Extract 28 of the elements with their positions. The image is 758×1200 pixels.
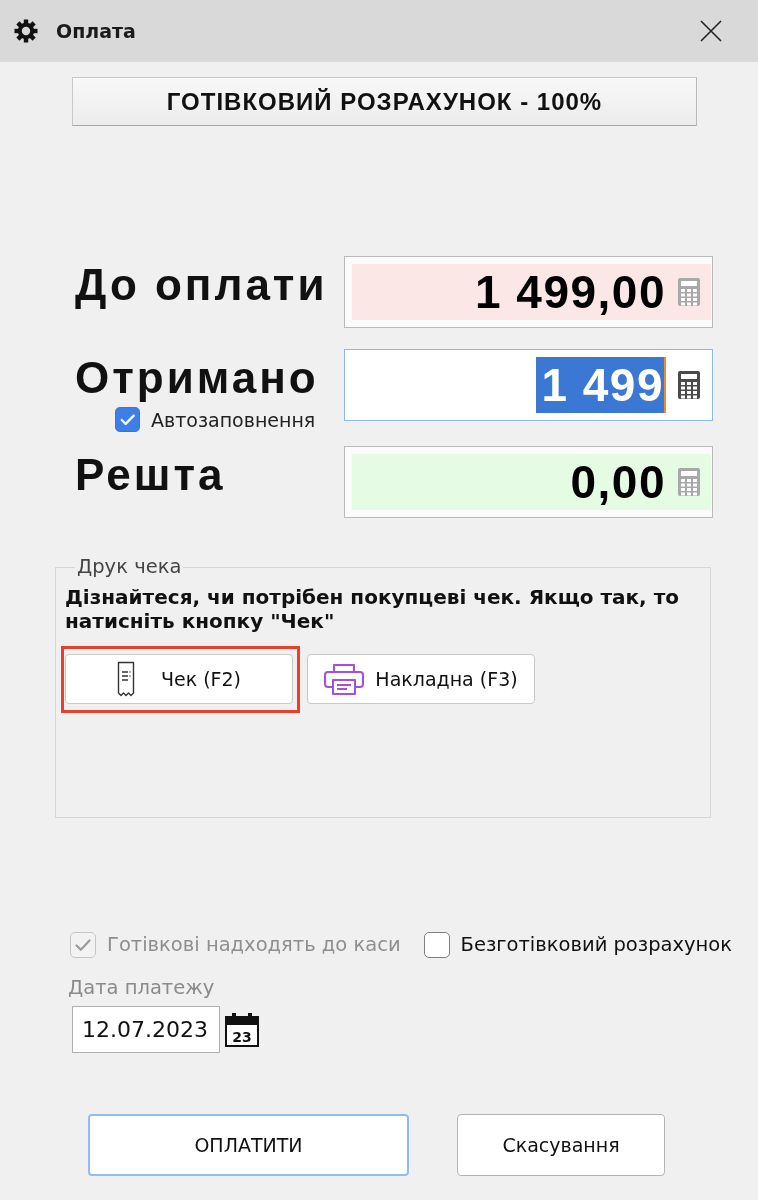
cancel-button[interactable]: Скасування bbox=[457, 1114, 665, 1176]
amount-received-field[interactable]: 1 499 bbox=[344, 349, 713, 421]
calculator-icon[interactable] bbox=[677, 370, 701, 400]
payment-type-button[interactable]: ГОТІВКОВИЙ РОЗРАХУНОК - 100% bbox=[72, 77, 697, 126]
pay-button[interactable]: ОПЛАТИТИ bbox=[88, 1114, 409, 1176]
settings-icon bbox=[14, 19, 38, 43]
close-icon[interactable] bbox=[700, 20, 722, 42]
checkbox-label: Автозаповнення bbox=[151, 408, 316, 431]
receipt-icon bbox=[116, 661, 135, 697]
date-label: Дата платежу bbox=[68, 977, 215, 999]
checkbox[interactable] bbox=[115, 407, 140, 432]
checkbox[interactable] bbox=[423, 932, 450, 958]
checkbox-label: Готівкові надходять до каси bbox=[107, 933, 401, 957]
checkbox-label: Безготівковий розрахунок bbox=[460, 933, 733, 957]
amount-label: Решта bbox=[75, 451, 226, 499]
amount-label: До оплати bbox=[75, 261, 328, 309]
calendar-icon[interactable]: 23 bbox=[225, 1012, 259, 1047]
group-title: Друк чека bbox=[76, 556, 183, 578]
instruction-text: Дізнайтеся, чи потрібен покупцеві чек. Якщо так, то натисніть кнопку "Чек" bbox=[65, 585, 680, 633]
amount-label: Отримано bbox=[75, 354, 319, 402]
date-field[interactable]: 12.07.2023 bbox=[72, 1006, 220, 1053]
printer-icon bbox=[324, 663, 365, 695]
change-field[interactable]: 0,00 bbox=[344, 446, 713, 518]
receipt-button[interactable]: Чек (F2) bbox=[65, 654, 293, 704]
amount-due-field[interactable]: 1 499,00 bbox=[344, 256, 713, 328]
invoice-button[interactable]: Накладна (F3) bbox=[307, 654, 535, 704]
window-title: Оплата bbox=[56, 20, 136, 42]
text-cursor bbox=[664, 357, 666, 413]
